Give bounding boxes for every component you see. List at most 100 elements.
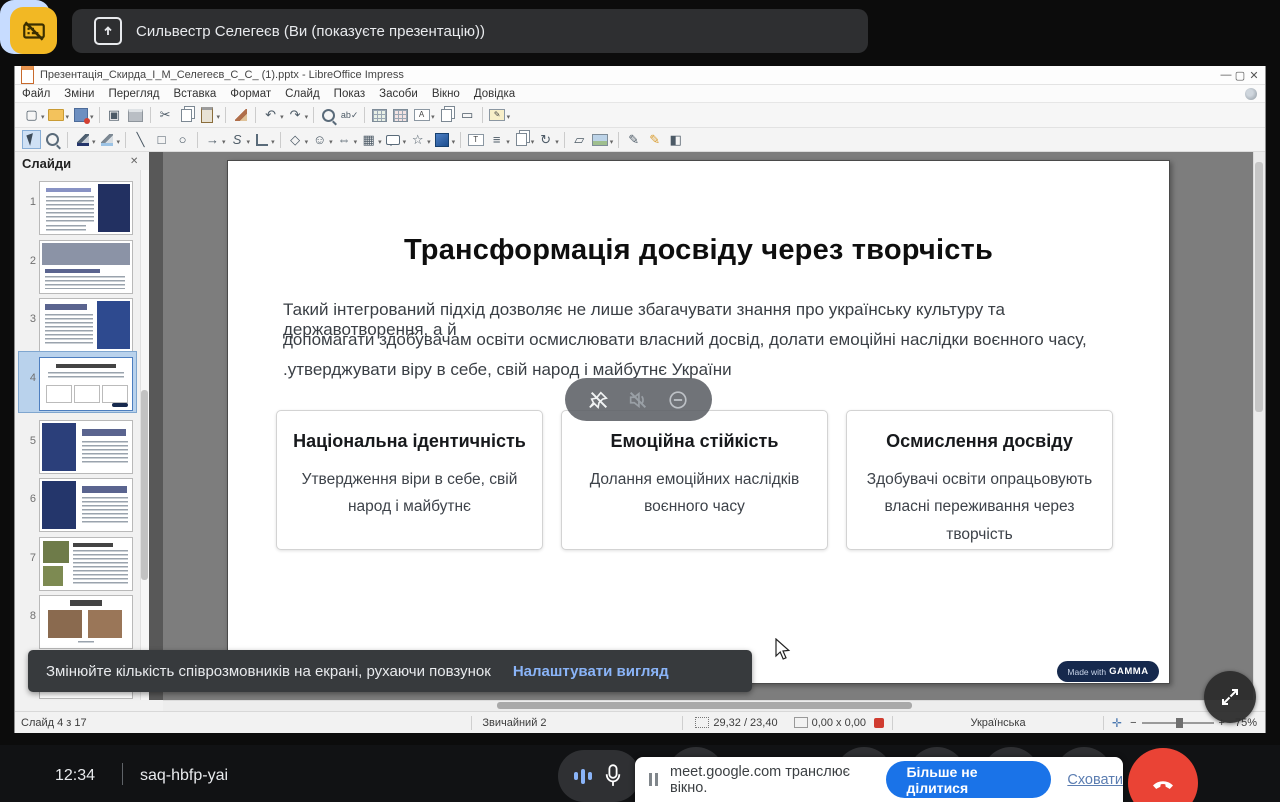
card-title: Національна ідентичність <box>291 429 528 453</box>
menu-help[interactable]: Довідка <box>467 88 522 100</box>
thumb-number: 6 <box>24 493 36 505</box>
block-arrows-icon[interactable]: ⇔ <box>335 130 354 149</box>
image-filter-icon[interactable] <box>591 130 610 149</box>
slide-body-line: .утверджувати віру в себе, свій народ і … <box>283 360 1123 380</box>
clone-formatting-icon[interactable] <box>231 106 250 125</box>
unsaved-changes-icon[interactable] <box>874 718 884 728</box>
basic-shapes-icon[interactable]: ◇ <box>286 130 305 149</box>
line-color-icon[interactable] <box>73 130 92 149</box>
text-box-icon[interactable]: A <box>412 106 431 125</box>
menu-tools[interactable]: Засоби <box>372 88 425 100</box>
fit-slide-icon[interactable]: ✛ <box>1112 716 1122 730</box>
adjust-layout-link[interactable]: Налаштувати вигляд <box>513 663 669 680</box>
horizontal-scrollbar-thumb[interactable] <box>497 702 912 709</box>
object-size-icon <box>794 717 808 728</box>
slide-thumbnail-1[interactable] <box>39 181 133 235</box>
delete-slide-icon[interactable]: ▭ <box>458 106 477 125</box>
zoom-tool-icon[interactable] <box>43 130 62 149</box>
cut-icon[interactable]: ✂ <box>156 106 175 125</box>
slide-thumbnail-7[interactable] <box>39 537 133 591</box>
stars-banners-icon[interactable]: ☆ <box>408 130 427 149</box>
menu-slide[interactable]: Слайд <box>278 88 327 100</box>
insert-textbox-icon[interactable]: T <box>466 130 485 149</box>
fullscreen-expand-button[interactable] <box>1204 671 1256 723</box>
flowchart-icon[interactable]: ▦ <box>359 130 378 149</box>
unpin-icon[interactable] <box>588 389 610 411</box>
curve-icon[interactable]: S <box>228 130 247 149</box>
maximize-button[interactable]: ▢ <box>1233 69 1247 82</box>
panel-splitter[interactable] <box>149 152 163 700</box>
slides-panel-close-icon[interactable]: ✕ <box>130 156 138 167</box>
copy-icon[interactable] <box>177 106 196 125</box>
insert-line-icon[interactable]: ╲ <box>131 130 150 149</box>
print-icon[interactable] <box>126 106 145 125</box>
mouse-cursor <box>774 638 791 662</box>
zoom-out-icon[interactable]: − <box>1130 717 1136 729</box>
slide-thumbnail-4-current[interactable] <box>39 357 133 411</box>
vertical-scrollbar-thumb[interactable] <box>1255 162 1263 412</box>
ellipse-icon[interactable]: ○ <box>173 130 192 149</box>
presenter-name-pill[interactable]: Сильвестр Селегеєв (Ви (показуєте презен… <box>72 9 868 53</box>
glue-points-icon[interactable]: ✎ <box>645 130 664 149</box>
zoom-slider[interactable] <box>1142 722 1214 724</box>
rotate-icon[interactable]: ↻ <box>536 130 555 149</box>
redo-icon[interactable]: ↷ <box>286 106 305 125</box>
thumb-number: 1 <box>24 196 36 208</box>
menu-insert[interactable]: Вставка <box>167 88 224 100</box>
menu-format[interactable]: Формат <box>223 88 278 100</box>
slide-thumbnail-3[interactable] <box>39 298 133 352</box>
minimize-button[interactable]: — <box>1219 69 1233 82</box>
rectangle-icon[interactable]: □ <box>152 130 171 149</box>
card-body: Утвердження віри в себе, свій народ і ма… <box>291 466 528 520</box>
insert-comment-icon[interactable]: ✎ <box>488 106 507 125</box>
arrange-icon[interactable] <box>512 130 531 149</box>
audio-off-icon[interactable] <box>627 389 649 411</box>
slide-thumbnail-5[interactable] <box>39 420 133 474</box>
thumb-number: 5 <box>24 435 36 447</box>
menu-view[interactable]: Перегляд <box>101 88 166 100</box>
duplicate-slide-icon[interactable] <box>437 106 456 125</box>
shadow-icon[interactable]: ▱ <box>570 130 589 149</box>
menu-edit[interactable]: Зміни <box>57 88 101 100</box>
new-document-icon[interactable]: ▢ <box>22 106 41 125</box>
3d-objects-icon[interactable] <box>433 130 452 149</box>
close-button[interactable]: ✕ <box>1247 69 1261 82</box>
align-objects-icon[interactable]: ≡ <box>487 130 506 149</box>
zoom-slider-knob[interactable] <box>1176 718 1183 728</box>
edit-points-icon[interactable]: ✎ <box>624 130 643 149</box>
remove-from-call-icon[interactable] <box>667 389 689 411</box>
slide-thumbnail-6[interactable] <box>39 478 133 532</box>
status-language[interactable]: Українська <box>893 717 1103 729</box>
toggle-extrusion-icon[interactable]: ◧ <box>666 130 685 149</box>
open-icon[interactable] <box>47 106 66 125</box>
fill-color-icon[interactable] <box>98 130 117 149</box>
panel-scrollbar-thumb[interactable] <box>141 390 148 580</box>
insert-chart-icon[interactable] <box>391 106 410 125</box>
status-slide-info: Слайд 4 з 17 <box>21 717 87 729</box>
menubar-extra-icon[interactable] <box>1245 88 1257 100</box>
callout-shapes-icon[interactable] <box>384 130 403 149</box>
slide-thumbnail-8[interactable] <box>39 595 133 649</box>
window-titlebar[interactable]: Презентація_Скирда_І_М_Селегеєв_С_С_ (1)… <box>15 66 1265 85</box>
menu-window[interactable]: Вікно <box>425 88 467 100</box>
export-pdf-icon[interactable]: ▣ <box>105 106 124 125</box>
pause-share-icon[interactable] <box>649 773 658 786</box>
find-replace-icon[interactable] <box>319 106 338 125</box>
spelling-icon[interactable]: ab✓ <box>340 106 359 125</box>
hide-banner-link[interactable]: Сховати <box>1067 772 1123 788</box>
stop-sharing-button[interactable]: Більше не ділитися <box>886 761 1051 798</box>
menu-slideshow[interactable]: Показ <box>327 88 373 100</box>
status-layout-name[interactable]: Звичайний 2 <box>472 717 682 729</box>
slide-thumbnail-2[interactable] <box>39 240 133 294</box>
audio-settings-button[interactable] <box>558 750 640 802</box>
table-icon[interactable] <box>370 106 389 125</box>
symbol-shapes-icon[interactable]: ☺ <box>310 130 329 149</box>
undo-icon[interactable]: ↶ <box>261 106 280 125</box>
save-icon[interactable] <box>71 106 90 125</box>
select-tool-icon[interactable] <box>22 130 41 149</box>
connector-icon[interactable] <box>252 130 271 149</box>
menu-file[interactable]: Файл <box>15 88 57 100</box>
lines-arrows-icon[interactable]: → <box>203 130 222 149</box>
paste-icon[interactable] <box>198 106 217 125</box>
card-title: Емоційна стійкість <box>576 429 813 453</box>
